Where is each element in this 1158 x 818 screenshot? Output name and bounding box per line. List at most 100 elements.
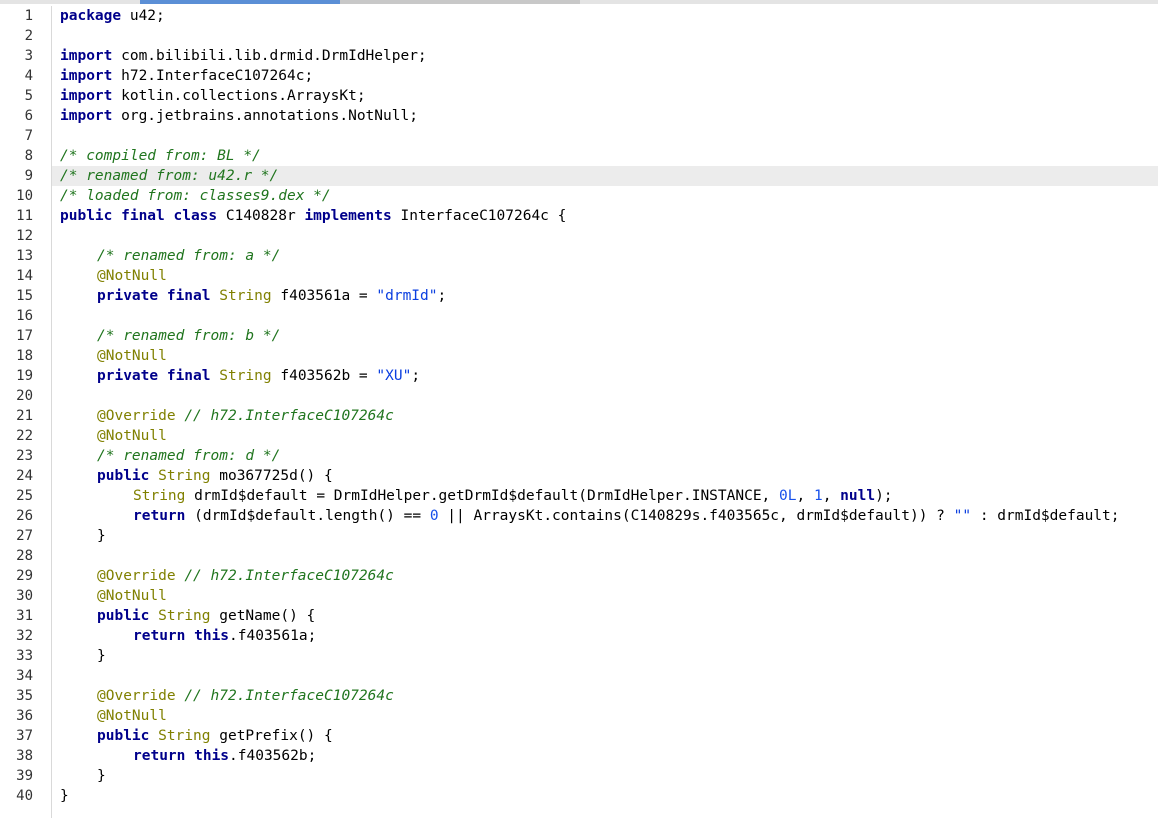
code-line[interactable]	[52, 126, 1158, 146]
code-token: String	[133, 488, 186, 504]
code-token: /* renamed from: b */	[97, 328, 281, 344]
code-line[interactable]: @NotNull	[52, 346, 1158, 366]
line-number: 32	[16, 628, 33, 644]
line-number: 29	[16, 568, 33, 584]
code-line[interactable]	[52, 386, 1158, 406]
code-line[interactable]: }	[52, 766, 1158, 786]
code-token: return	[133, 508, 186, 524]
code-token: }	[97, 768, 106, 784]
code-line[interactable]: @Override // h72.InterfaceC107264c	[52, 686, 1158, 706]
code-token: f403562b =	[271, 368, 377, 384]
code-line[interactable]: }	[52, 526, 1158, 546]
active-tab-indicator[interactable]	[140, 0, 340, 4]
code-token: /* renamed from: a */	[97, 248, 281, 264]
code-line[interactable]: return this.f403561a;	[52, 626, 1158, 646]
line-number: 15	[16, 288, 33, 304]
code-token: org.jetbrains.annotations.NotNull;	[112, 108, 418, 124]
line-number: 6	[24, 108, 33, 124]
line-number: 5	[24, 88, 33, 104]
line-number: 35	[16, 688, 33, 704]
code-editor[interactable]: 1 2 3 4 5 6 7 8 9 10 11 12 13 14 15 16 17 18 19 20 21 22 23 24 2…	[0, 0, 1158, 818]
code-token: (drmId$default.length() ==	[185, 508, 430, 524]
code-token: .f403561a;	[229, 628, 317, 644]
code-token: public	[97, 608, 150, 624]
code-token: }	[60, 788, 69, 804]
code-line[interactable]: }	[52, 646, 1158, 666]
code-token: import	[60, 68, 113, 84]
code-line[interactable]: String drmId$default = DrmIdHelper.getDr…	[52, 486, 1158, 506]
line-number-gutter: 1 2 3 4 5 6 7 8 9 10 11 12 13 14 15 16 17 18 19 20 21 22 23 24 2…	[0, 6, 52, 818]
line-number: 12	[16, 228, 33, 244]
code-line[interactable]: public String getPrefix() {	[52, 726, 1158, 746]
line-number: 31	[16, 608, 33, 624]
code-line[interactable]	[52, 306, 1158, 326]
code-token: // h72.InterfaceC107264c	[184, 408, 394, 424]
code-token: import	[60, 48, 113, 64]
code-token: mo367725d() {	[210, 468, 333, 484]
line-number: 27	[16, 528, 33, 544]
code-token: /* renamed from: d */	[97, 448, 281, 464]
code-line[interactable]: /* renamed from: b */	[52, 326, 1158, 346]
line-number: 14	[16, 268, 33, 284]
code-token: @NotNull	[97, 268, 167, 284]
code-line[interactable]: import org.jetbrains.annotations.NotNull…	[52, 106, 1158, 126]
line-number: 2	[24, 28, 33, 44]
code-line[interactable]: }	[52, 786, 1158, 806]
line-number: 23	[16, 448, 33, 464]
line-number: 1	[24, 8, 33, 24]
code-line[interactable]: @NotNull	[52, 706, 1158, 726]
code-token: ,	[822, 488, 841, 504]
code-token: // h72.InterfaceC107264c	[184, 568, 394, 584]
code-line[interactable]: @Override // h72.InterfaceC107264c	[52, 406, 1158, 426]
code-line[interactable]: @NotNull	[52, 426, 1158, 446]
code-line[interactable]: /* renamed from: a */	[52, 246, 1158, 266]
code-line[interactable]: public final class C140828r implements I…	[52, 206, 1158, 226]
code-token: public	[97, 468, 150, 484]
code-token: /* loaded from: classes9.dex */	[60, 188, 331, 204]
code-line[interactable]: return (drmId$default.length() == 0 || A…	[52, 506, 1158, 526]
code-token: "drmId"	[376, 288, 438, 304]
code-area[interactable]: package u42; import com.bilibili.lib.drmi…	[52, 6, 1158, 806]
code-token: String	[219, 288, 272, 304]
code-line[interactable]: private final String f403562b = "XU";	[52, 366, 1158, 386]
line-number: 19	[16, 368, 33, 384]
code-line[interactable]: @NotNull	[52, 266, 1158, 286]
code-line[interactable]	[52, 666, 1158, 686]
code-line[interactable]: public String getName() {	[52, 606, 1158, 626]
code-token: implements	[304, 208, 392, 224]
code-token: @NotNull	[97, 348, 167, 364]
code-token: /* renamed from: u42.r */	[60, 168, 279, 184]
line-number: 37	[16, 728, 33, 744]
code-line-current[interactable]: /* renamed from: u42.r */	[52, 166, 1158, 186]
line-number: 13	[16, 248, 33, 264]
code-token: getPrefix() {	[210, 728, 333, 744]
code-line[interactable]: import kotlin.collections.ArraysKt;	[52, 86, 1158, 106]
code-token: String	[158, 468, 211, 484]
code-line[interactable]: import com.bilibili.lib.drmid.DrmIdHelpe…	[52, 46, 1158, 66]
code-line[interactable]: import h72.InterfaceC107264c;	[52, 66, 1158, 86]
code-line[interactable]: /* compiled from: BL */	[52, 146, 1158, 166]
code-line[interactable]	[52, 26, 1158, 46]
code-line[interactable]: package u42;	[52, 6, 1158, 26]
code-token: ""	[953, 508, 972, 524]
code-line[interactable]: @NotNull	[52, 586, 1158, 606]
code-line[interactable]: return this.f403562b;	[52, 746, 1158, 766]
code-line[interactable]	[52, 226, 1158, 246]
code-token: private final	[97, 288, 211, 304]
code-token: public final class	[60, 208, 218, 224]
code-line[interactable]: public String mo367725d() {	[52, 466, 1158, 486]
line-number: 3	[24, 48, 33, 64]
code-line[interactable]: /* renamed from: d */	[52, 446, 1158, 466]
code-token: InterfaceC107264c {	[391, 208, 567, 224]
code-line[interactable]: @Override // h72.InterfaceC107264c	[52, 566, 1158, 586]
line-number: 9	[24, 168, 33, 184]
code-line[interactable]: /* loaded from: classes9.dex */	[52, 186, 1158, 206]
code-token: @Override	[97, 568, 176, 584]
code-token: ;	[437, 288, 447, 304]
code-line[interactable]	[52, 546, 1158, 566]
code-line[interactable]: private final String f403561a = "drmId";	[52, 286, 1158, 306]
line-number: 38	[16, 748, 33, 764]
